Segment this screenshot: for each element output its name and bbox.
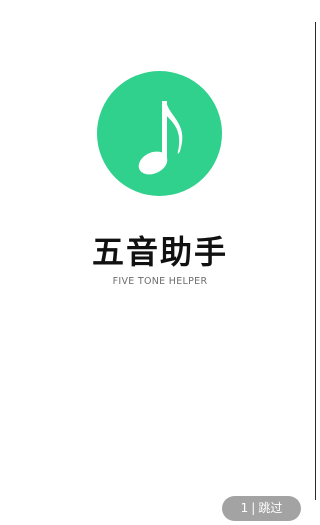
- app-title: 五音助手: [91, 233, 228, 271]
- skip-button[interactable]: 1 | 跳过: [222, 496, 301, 521]
- countdown-number: 1: [240, 501, 249, 515]
- app-logo: [97, 71, 222, 196]
- music-note-icon: [138, 101, 183, 175]
- app-subtitle: FIVE TONE HELPER: [112, 276, 208, 287]
- separator: |: [251, 501, 256, 515]
- splash-screen: 五音助手 FIVE TONE HELPER 1 | 跳过: [0, 0, 320, 525]
- skip-label: 跳过: [258, 501, 283, 515]
